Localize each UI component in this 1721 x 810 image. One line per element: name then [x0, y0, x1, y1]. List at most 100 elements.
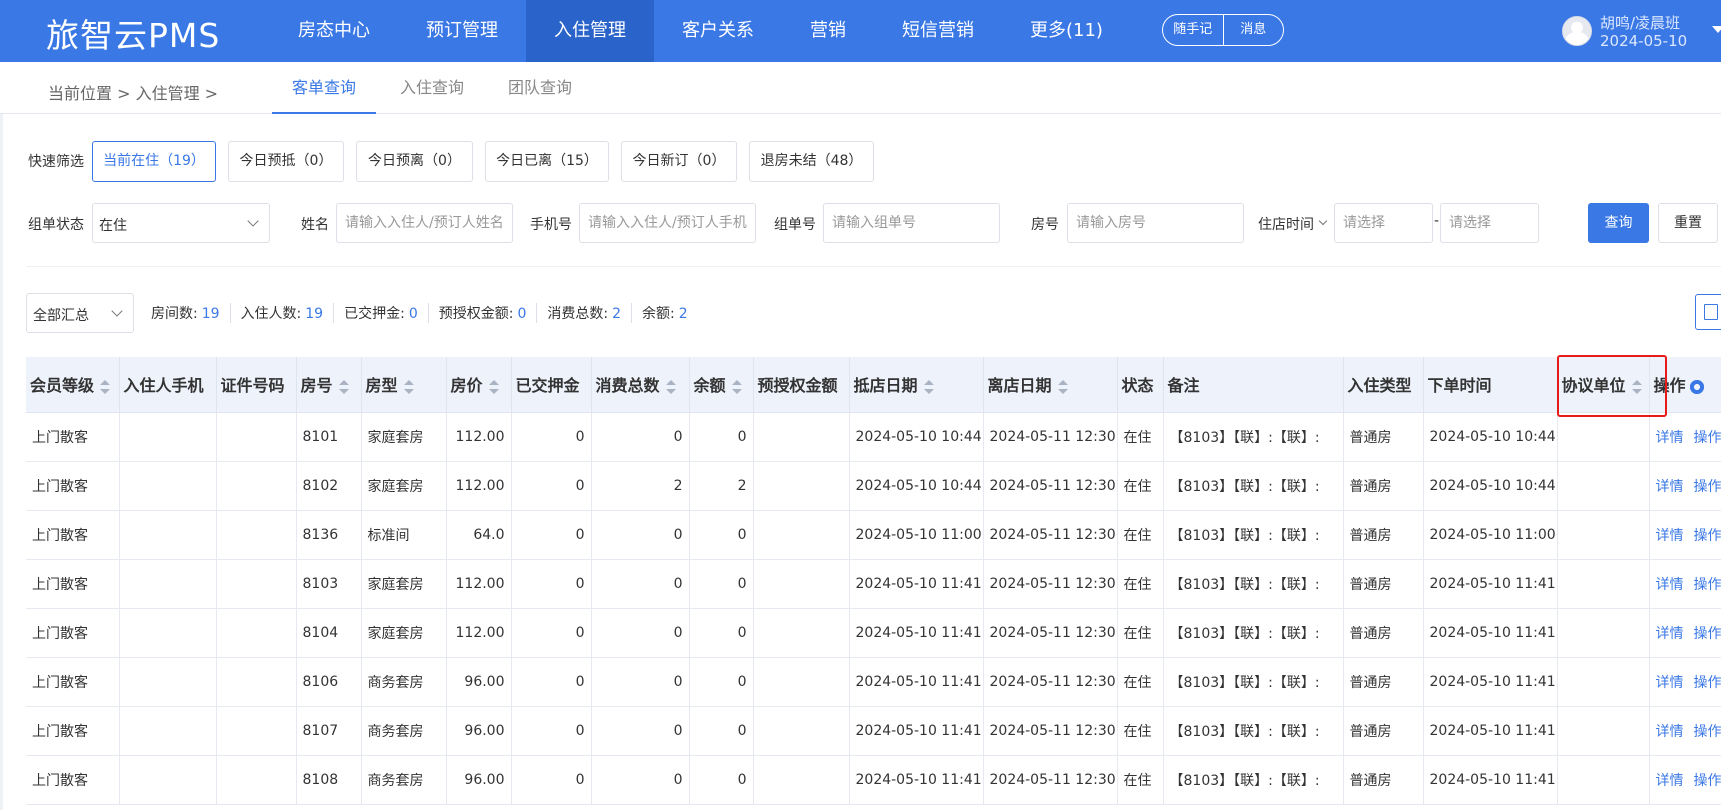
reset-button[interactable]: 重置: [1658, 203, 1718, 243]
nav-item-more[interactable]: 更多(11): [1002, 0, 1131, 62]
table-row[interactable]: 上门散客 8108 商务套房 96.00 0 0 0 2024-05-10 11:41 2024…: [26, 755, 1721, 805]
sort-icon[interactable]: [403, 379, 414, 394]
stay-time-start-input[interactable]: [1335, 204, 1432, 242]
table-cell: 在住: [1117, 510, 1164, 560]
stay-time-end-field[interactable]: [1440, 203, 1539, 243]
sort-icon[interactable]: [488, 379, 499, 394]
detail-link[interactable]: 详情: [1656, 773, 1684, 789]
room-input[interactable]: [1068, 204, 1243, 242]
summary-select[interactable]: 全部汇总: [26, 293, 134, 333]
quick-filter-new-today[interactable]: 今日新订（0）: [621, 141, 737, 182]
sort-icon[interactable]: [1057, 379, 1068, 394]
tab-group-query[interactable]: 团队查询: [488, 62, 592, 114]
nav-item-sms[interactable]: 短信营销: [874, 0, 1002, 62]
quick-filter-departed-today[interactable]: 今日已离（15）: [485, 141, 609, 182]
action-link[interactable]: 操作: [1694, 724, 1721, 740]
export-button[interactable]: [1695, 294, 1721, 330]
messages-button[interactable]: 消息: [1222, 15, 1284, 45]
caret-down-icon[interactable]: [1712, 26, 1721, 33]
tab-guest-query[interactable]: 客单查询: [272, 62, 377, 114]
column-header[interactable]: 房型: [361, 357, 447, 413]
table-cell: [753, 608, 850, 658]
table-cell: 普通房: [1343, 755, 1424, 805]
group-no-input[interactable]: [824, 204, 999, 242]
tab-checkin-query[interactable]: 入住查询: [380, 62, 484, 114]
nav-item-room-status[interactable]: 房态中心: [270, 0, 398, 62]
table-row[interactable]: 上门散客 8106 商务套房 96.00 0 0 0 2024-05-10 11:41 2024…: [26, 657, 1721, 707]
quick-filter-unsettled[interactable]: 退房未结（48）: [749, 141, 874, 182]
search-button[interactable]: 查询: [1588, 203, 1649, 243]
stay-time-end-input[interactable]: [1441, 204, 1538, 242]
action-link[interactable]: 操作: [1694, 430, 1721, 446]
phone-field[interactable]: [579, 203, 756, 243]
group-no-field[interactable]: [823, 203, 1000, 243]
table-cell: 2024-05-10 10:44: [1423, 412, 1558, 462]
detail-link[interactable]: 详情: [1656, 626, 1684, 642]
nav-item-reservation[interactable]: 预订管理: [398, 0, 526, 62]
sort-icon[interactable]: [665, 379, 676, 394]
quick-filter-arrive-today[interactable]: 今日预抵（0）: [228, 141, 344, 182]
name-field[interactable]: [336, 203, 513, 243]
action-link[interactable]: 操作: [1694, 479, 1721, 495]
detail-link[interactable]: 详情: [1656, 528, 1684, 544]
table-cell: 在住: [1117, 657, 1164, 707]
detail-link[interactable]: 详情: [1656, 479, 1684, 495]
column-header[interactable]: 会员等级: [26, 357, 120, 413]
stat-label: 余额:: [642, 306, 675, 322]
table-row[interactable]: 上门散客 8107 商务套房 96.00 0 0 0 2024-05-10 11:41 2024…: [26, 706, 1721, 756]
sort-icon[interactable]: [1631, 379, 1642, 394]
table-cell: [216, 755, 297, 805]
phone-input[interactable]: [580, 204, 755, 242]
stat-label: 预授权金额:: [438, 306, 514, 322]
detail-link[interactable]: 详情: [1656, 577, 1684, 593]
column-header[interactable]: 消费总数: [591, 357, 690, 413]
column-header[interactable]: 房价: [446, 357, 512, 413]
column-header[interactable]: 抵店日期: [849, 357, 984, 413]
quick-filter-depart-today[interactable]: 今日预离（0）: [356, 141, 473, 182]
table-cell: 2: [689, 461, 754, 511]
gear-icon[interactable]: [1689, 379, 1704, 394]
table-row[interactable]: 上门散客 8104 家庭套房 112.00 0 0 0 2024-05-10 11:41 202…: [26, 608, 1721, 658]
table-cell: 【8103】【联】:【联】:: [1163, 755, 1344, 805]
sort-icon[interactable]: [338, 379, 349, 394]
table-cell: 标准间: [361, 510, 447, 560]
stay-time-start-field[interactable]: [1334, 203, 1433, 243]
group-status-select[interactable]: 在住: [92, 203, 270, 243]
stay-time-label[interactable]: 住店时间: [1258, 214, 1328, 234]
guest-table-container[interactable]: 会员等级 入住人手机 证件号码 房号 房型 房价 已交押金 消费总数 余额 预授权金额 抵店日期 离店…: [26, 357, 1721, 810]
notes-button[interactable]: 随手记: [1163, 15, 1223, 45]
sort-icon[interactable]: [923, 379, 934, 394]
name-input[interactable]: [337, 204, 512, 242]
detail-link[interactable]: 详情: [1656, 724, 1684, 740]
table-row[interactable]: 上门散客 8101 家庭套房 112.00 0 0 0 2024-05-10 10:44 202…: [26, 412, 1721, 462]
column-header[interactable]: 离店日期: [983, 357, 1118, 413]
action-link[interactable]: 操作: [1694, 626, 1721, 642]
brand-logo[interactable]: 旅智云PMS: [46, 9, 220, 57]
sub-tabs: 客单查询 入住查询 团队查询: [272, 62, 596, 114]
room-field[interactable]: [1067, 203, 1244, 243]
user-menu[interactable]: 胡鸣/凌晨班 2024-05-10: [1562, 12, 1721, 52]
sort-icon[interactable]: [100, 379, 111, 394]
action-link[interactable]: 操作: [1694, 675, 1721, 691]
table-row[interactable]: 上门散客 8136 标准间 64.0 0 0 0 2024-05-10 11:00 2024-0…: [26, 510, 1721, 560]
column-header[interactable]: 协议单位: [1557, 357, 1650, 413]
detail-link[interactable]: 详情: [1656, 675, 1684, 691]
column-header[interactable]: 房号: [296, 357, 362, 413]
table-row[interactable]: 上门散客 8102 家庭套房 112.00 0 2 2 2024-05-10 10:44 202…: [26, 461, 1721, 511]
sort-icon[interactable]: [731, 379, 742, 394]
column-header-label: 预授权金额: [757, 376, 838, 396]
quick-filter-in-house[interactable]: 当前在住（19）: [92, 141, 216, 182]
action-link[interactable]: 操作: [1694, 577, 1721, 593]
table-row[interactable]: 上门散客 8103 家庭套房 112.00 0 0 0 2024-05-10 11:41 202…: [26, 559, 1721, 609]
nav-item-checkin[interactable]: 入住管理: [526, 0, 654, 62]
table-cell: 详情 操作: [1649, 755, 1721, 805]
action-link[interactable]: 操作: [1694, 773, 1721, 789]
table-cell: 0: [511, 412, 592, 462]
action-link[interactable]: 操作: [1694, 528, 1721, 544]
column-header[interactable]: 余额: [689, 357, 754, 413]
detail-link[interactable]: 详情: [1656, 430, 1684, 446]
table-cell: 2024-05-11 12:30: [983, 608, 1118, 658]
column-header: 操作: [1649, 357, 1721, 413]
nav-item-customer[interactable]: 客户关系: [654, 0, 782, 62]
nav-item-marketing[interactable]: 营销: [782, 0, 874, 62]
